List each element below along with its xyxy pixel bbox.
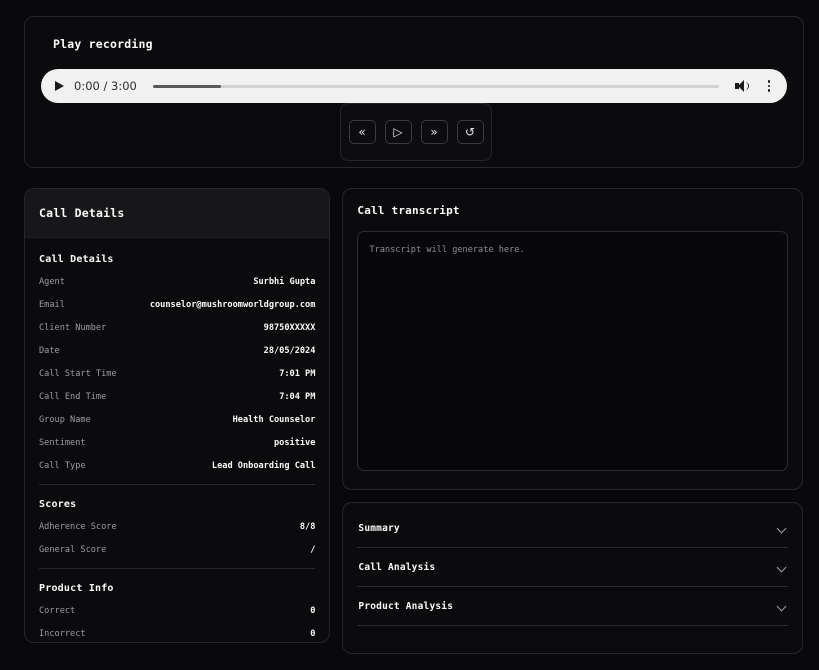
accordion-label: Call Analysis [358, 562, 435, 573]
section-divider [39, 484, 315, 485]
play-button[interactable]: ▷ [385, 120, 412, 144]
accordion-label: Summary [358, 523, 399, 534]
detail-value: 8/8 [300, 522, 316, 532]
call-details-card: Call Details Call Details Agent Surbhi G… [24, 188, 330, 643]
page-root: Play recording 0:00 / 3:00 « ▷ » ↺ C [0, 0, 819, 670]
call-transcript-title: Call transcript [357, 204, 788, 217]
detail-label: Email [39, 300, 65, 310]
detail-label: Client Number [39, 323, 106, 333]
audio-player[interactable]: 0:00 / 3:00 [41, 69, 787, 103]
detail-value: 98750XXXXX [264, 323, 316, 333]
detail-value: 7:04 PM [279, 392, 315, 402]
detail-value: Health Counselor [233, 415, 316, 425]
call-details-header: Call Details [25, 189, 329, 238]
detail-label: General Score [39, 545, 106, 555]
detail-row-email: Email counselor@mushroomworldgroup.com [39, 300, 315, 310]
section-call-details: Call Details Agent Surbhi Gupta Email co… [39, 254, 315, 471]
chevron-down-icon [778, 602, 787, 611]
section-title: Call Details [39, 254, 315, 265]
analysis-accordion-card: Summary Call Analysis Product Analysis [342, 502, 803, 654]
detail-label: Date [39, 346, 60, 356]
detail-row-group-name: Group Name Health Counselor [39, 415, 315, 425]
call-details-header-title: Call Details [39, 206, 315, 220]
restart-button[interactable]: ↺ [457, 120, 484, 144]
detail-value: counselor@mushroomworldgroup.com [150, 300, 316, 310]
call-transcript-card: Call transcript Transcript will generate… [342, 188, 803, 490]
rewind-button[interactable]: « [349, 120, 376, 144]
audio-time-display: 0:00 / 3:00 [74, 79, 137, 93]
detail-row-agent: Agent Surbhi Gupta [39, 277, 315, 287]
detail-row-call-end-time: Call End Time 7:04 PM [39, 392, 315, 402]
accordion-item-call-analysis[interactable]: Call Analysis [357, 548, 788, 587]
detail-row-call-type: Call Type Lead Onboarding Call [39, 461, 315, 471]
detail-label: Sentiment [39, 438, 86, 448]
detail-value: 0 [310, 629, 315, 639]
detail-label: Call Type [39, 461, 86, 471]
section-divider [39, 568, 315, 569]
detail-label: Call Start Time [39, 369, 117, 379]
detail-value: 0 [310, 606, 315, 616]
detail-label: Group Name [39, 415, 91, 425]
lower-section: Call Details Call Details Agent Surbhi G… [24, 188, 803, 654]
audio-buffered-range [153, 85, 221, 88]
right-column: Call transcript Transcript will generate… [342, 188, 803, 654]
call-details-body: Call Details Agent Surbhi Gupta Email co… [25, 238, 329, 643]
forward-button[interactable]: » [421, 120, 448, 144]
playback-controls: « ▷ » ↺ [340, 103, 492, 161]
detail-value: positive [274, 438, 315, 448]
section-product-info: Product Info Correct 0 Incorrect 0 Conte… [39, 583, 315, 643]
chevron-down-icon [778, 524, 787, 533]
detail-row-incorrect: Incorrect 0 [39, 629, 315, 639]
section-scores: Scores Adherence Score 8/8 General Score… [39, 499, 315, 555]
accordion-item-product-analysis[interactable]: Product Analysis [357, 587, 788, 626]
kebab-menu-icon[interactable] [761, 80, 775, 92]
play-recording-title: Play recording [53, 37, 789, 51]
play-recording-card: Play recording 0:00 / 3:00 « ▷ » ↺ [24, 16, 804, 168]
detail-row-date: Date 28/05/2024 [39, 346, 315, 356]
detail-label: Correct [39, 606, 75, 616]
detail-value: Surbhi Gupta [253, 277, 315, 287]
detail-label: Adherence Score [39, 522, 117, 532]
detail-value: 7:01 PM [279, 369, 315, 379]
play-icon[interactable] [55, 81, 64, 91]
accordion-label: Product Analysis [358, 601, 453, 612]
section-title: Scores [39, 499, 315, 510]
detail-row-general-score: General Score / [39, 545, 315, 555]
section-title: Product Info [39, 583, 315, 594]
detail-value: Lead Onboarding Call [212, 461, 315, 471]
detail-row-sentiment: Sentiment positive [39, 438, 315, 448]
chevron-down-icon [778, 563, 787, 572]
detail-label: Call End Time [39, 392, 106, 402]
accordion-item-summary[interactable]: Summary [357, 509, 788, 548]
audio-progress-slider[interactable] [153, 85, 719, 88]
detail-value: 28/05/2024 [264, 346, 316, 356]
detail-row-call-start-time: Call Start Time 7:01 PM [39, 369, 315, 379]
detail-row-correct: Correct 0 [39, 606, 315, 616]
detail-row-client-number: Client Number 98750XXXXX [39, 323, 315, 333]
detail-value: / [310, 545, 315, 555]
transcript-textarea[interactable]: Transcript will generate here. [357, 231, 788, 471]
volume-icon[interactable] [735, 79, 751, 93]
detail-label: Agent [39, 277, 65, 287]
detail-label: Incorrect [39, 629, 86, 639]
detail-row-adherence-score: Adherence Score 8/8 [39, 522, 315, 532]
